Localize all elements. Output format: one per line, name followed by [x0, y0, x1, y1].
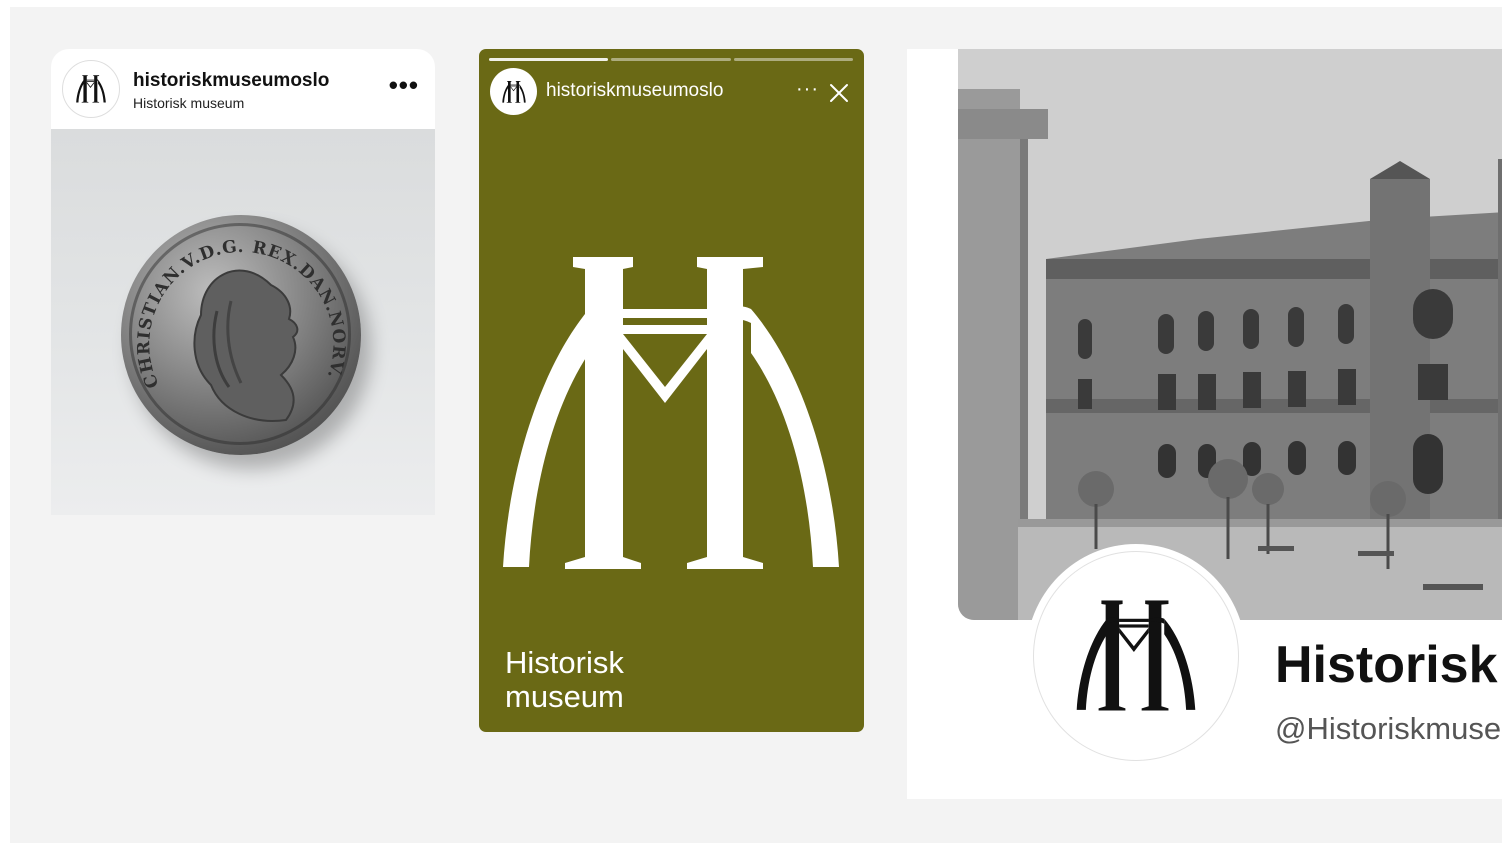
- profile-card: Historisk @Historiskmuse: [907, 49, 1502, 799]
- medal-coin: CHRISTIAN.V.D.G. REX.DAN.NORV.G.: [121, 215, 361, 455]
- close-icon[interactable]: [828, 82, 850, 104]
- hm-logo-icon: [1076, 600, 1196, 712]
- medal-inscription: CHRISTIAN.V.D.G. REX.DAN.NORV.G.: [121, 215, 348, 422]
- museum-building-photo: [958, 49, 1502, 620]
- story-progress-segment: [489, 58, 609, 61]
- hm-logo-icon: [501, 257, 841, 572]
- avatar[interactable]: [62, 60, 120, 118]
- hm-logo-icon: [502, 81, 526, 103]
- post-location[interactable]: Historisk museum: [133, 95, 244, 111]
- story-title: Historisk museum: [505, 645, 624, 714]
- post-image-medal: CHRISTIAN.V.D.G. REX.DAN.NORV.G.: [51, 129, 435, 515]
- profile-banner-image: [958, 49, 1502, 620]
- more-horizontal-icon[interactable]: •••: [389, 72, 419, 98]
- avatar[interactable]: [1026, 544, 1246, 768]
- instagram-story-card: historiskmuseumoslo ··· Historisk museum: [479, 49, 864, 732]
- page-canvas: historiskmuseumoslo Historisk museum •••…: [10, 7, 1502, 843]
- more-horizontal-icon[interactable]: ···: [796, 79, 819, 99]
- instagram-post-card: historiskmuseumoslo Historisk museum •••…: [51, 49, 435, 515]
- story-progress-segment: [611, 58, 731, 61]
- hm-logo-icon: [76, 75, 106, 103]
- story-progress-bar: [489, 58, 853, 61]
- story-progress-segment: [733, 58, 853, 61]
- post-header: historiskmuseumoslo Historisk museum •••: [51, 49, 435, 129]
- post-username[interactable]: historiskmuseumoslo: [133, 70, 329, 92]
- story-username[interactable]: historiskmuseumoslo: [546, 80, 723, 102]
- avatar[interactable]: [490, 68, 537, 115]
- profile-name: Historisk: [1275, 636, 1498, 694]
- profile-handle[interactable]: @Historiskmuse: [1275, 711, 1501, 747]
- avatar-frame: [1033, 551, 1239, 761]
